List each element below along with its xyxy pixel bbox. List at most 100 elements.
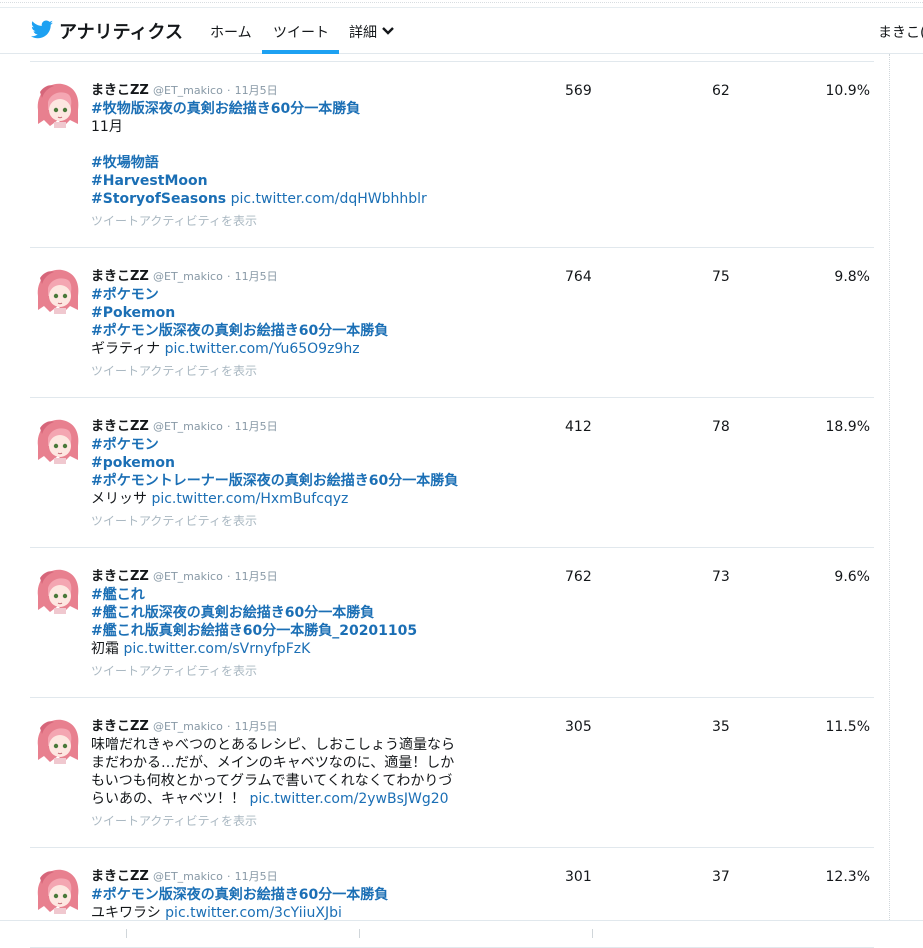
tweet-text-line: 11月 xyxy=(91,118,491,136)
tweet-text-line: まだわかる…だが、メインのキャベツなのに、適量！しか xyxy=(91,754,491,772)
view-tweet-activity-link[interactable]: ツイートアクティビティを表示 xyxy=(91,662,491,680)
hashtag-link[interactable]: #ポケモン版深夜の真剣お絵描き60分一本勝負 xyxy=(91,887,388,903)
impressions-value: 412 xyxy=(565,419,592,435)
engagements-value: 75 xyxy=(712,269,730,285)
tweet-text-line: #ポケモン xyxy=(91,286,491,304)
tweet-author-handle[interactable]: @ET_makico xyxy=(153,870,223,883)
tweet-text: ユキワラシ xyxy=(91,905,166,921)
tweet-text-line: #HarvestMoon xyxy=(91,172,491,190)
meta-separator: · xyxy=(226,420,231,433)
brand-title[interactable]: アナリティクス xyxy=(59,18,183,44)
pic-link[interactable]: pic.twitter.com/2ywBsJWg20 xyxy=(249,791,448,807)
hashtag-link[interactable]: #ポケモン xyxy=(91,287,159,303)
tweet-date[interactable]: 11月5日 xyxy=(235,270,278,283)
tweet-author-handle[interactable]: @ET_makico xyxy=(153,570,223,583)
engagement-rate-value: 18.9% xyxy=(825,419,870,435)
tweet-content: まきこZZ @ET_makico · 11月5日 #ポケモン版深夜の真剣お絵描き6… xyxy=(91,868,491,922)
hashtag-link[interactable]: #艦これ版真剣お絵描き60分一本勝負_20201105 xyxy=(91,623,417,639)
engagements-value: 62 xyxy=(712,83,730,99)
nav-home[interactable]: ホーム xyxy=(210,22,252,42)
nav-tweets[interactable]: ツイート xyxy=(273,22,329,42)
impressions-value: 762 xyxy=(565,569,592,585)
impressions-value: 569 xyxy=(565,83,592,99)
tweet-author-handle[interactable]: @ET_makico xyxy=(153,720,223,733)
meta-separator: · xyxy=(226,720,231,733)
user-menu[interactable]: まきこ( xyxy=(878,22,923,42)
tweet-author-handle[interactable]: @ET_makico xyxy=(153,84,223,97)
avatar[interactable] xyxy=(34,266,82,314)
view-tweet-activity-link[interactable]: ツイートアクティビティを表示 xyxy=(91,812,491,830)
hashtag-link[interactable]: #pokemon xyxy=(91,455,175,471)
tweet-author-name[interactable]: まきこZZ xyxy=(91,269,149,284)
hashtag-link[interactable]: #StoryofSeasons xyxy=(91,191,226,207)
tweet-author-name[interactable]: まきこZZ xyxy=(91,569,149,584)
nav-detail-label: 詳細 xyxy=(349,25,377,41)
engagement-rate-value: 9.8% xyxy=(834,269,870,285)
hashtag-link[interactable]: #ポケモントレーナー版深夜の真剣お絵描き60分一本勝負 xyxy=(91,473,458,489)
pic-link[interactable]: pic.twitter.com/3cYiiuXJbi xyxy=(165,905,342,921)
pic-link[interactable]: pic.twitter.com/sVrnyfpFzK xyxy=(123,641,310,657)
hashtag-link[interactable]: #艦これ版深夜の真剣お絵描き60分一本勝負 xyxy=(91,605,374,621)
nav-detail-dropdown[interactable]: 詳細 xyxy=(349,22,394,42)
tweet-date[interactable]: 11月5日 xyxy=(235,720,278,733)
hashtag-link[interactable]: #牧物版深夜の真剣お絵描き60分一本勝負 xyxy=(91,101,360,117)
tweet-text: 11月 xyxy=(91,119,123,135)
view-tweet-activity-link[interactable]: ツイートアクティビティを表示 xyxy=(91,362,491,380)
tweet-author-name[interactable]: まきこZZ xyxy=(91,869,149,884)
footer-strip xyxy=(0,920,923,938)
tweet-text-line xyxy=(91,136,491,154)
avatar[interactable] xyxy=(34,716,82,764)
hashtag-link[interactable]: #ポケモン xyxy=(91,437,159,453)
meta-separator: · xyxy=(226,270,231,283)
tweet-text-line: らいあの、キャベツ！！ pic.twitter.com/2ywBsJWg20 xyxy=(91,790,491,808)
tweet-author-handle[interactable]: @ET_makico xyxy=(153,420,223,433)
tweet-date[interactable]: 11月5日 xyxy=(235,420,278,433)
avatar[interactable] xyxy=(34,80,82,128)
impressions-value: 301 xyxy=(565,869,592,885)
tweet-text: まだわかる…だが、メインのキャベツなのに、適量！しか xyxy=(91,755,455,771)
tweet-text-line: #牧場物語 xyxy=(91,154,491,172)
tweet-row[interactable]: まきこZZ @ET_makico · 11月5日 #ポケモン #Pokemon #ポケ… xyxy=(30,248,874,398)
tweet-row[interactable]: まきこZZ @ET_makico · 11月5日 #艦これ #艦これ版深夜の真剣お絵… xyxy=(30,548,874,698)
view-tweet-activity-link[interactable]: ツイートアクティビティを表示 xyxy=(91,212,491,230)
tweet-author-name[interactable]: まきこZZ xyxy=(91,719,149,734)
tweet-date[interactable]: 11月5日 xyxy=(235,870,278,883)
view-tweet-activity-link[interactable]: ツイートアクティビティを表示 xyxy=(91,512,491,530)
tweet-text-line: #pokemon xyxy=(91,454,491,472)
tweet-text-line: #ポケモン版深夜の真剣お絵描き60分一本勝負 xyxy=(91,322,491,340)
avatar[interactable] xyxy=(34,866,82,914)
avatar[interactable] xyxy=(34,566,82,614)
hashtag-link[interactable]: #Pokemon xyxy=(91,305,175,321)
hashtag-link[interactable]: #ポケモン版深夜の真剣お絵描き60分一本勝負 xyxy=(91,323,388,339)
hashtag-link[interactable]: #牧場物語 xyxy=(91,155,159,171)
impressions-value: 305 xyxy=(565,719,592,735)
hashtag-link[interactable]: #艦これ xyxy=(91,587,145,603)
engagements-value: 35 xyxy=(712,719,730,735)
tweet-text-line: #StoryofSeasons pic.twitter.com/dqHWbhhb… xyxy=(91,190,491,208)
pic-link[interactable]: pic.twitter.com/dqHWbhhblr xyxy=(231,191,427,207)
meta-separator: · xyxy=(226,570,231,583)
tweet-row[interactable]: まきこZZ @ET_makico · 11月5日 #ポケモン #pokemon #ポケ… xyxy=(30,398,874,548)
tweet-text-line: #ポケモン xyxy=(91,436,491,454)
tweet-author-handle[interactable]: @ET_makico xyxy=(153,270,223,283)
tweet-date[interactable]: 11月5日 xyxy=(235,570,278,583)
meta-separator: · xyxy=(226,870,231,883)
pic-link[interactable]: pic.twitter.com/Yu65O9z9hz xyxy=(165,341,360,357)
pic-link[interactable]: pic.twitter.com/HxmBufcqyz xyxy=(151,491,348,507)
tweet-date[interactable]: 11月5日 xyxy=(235,84,278,97)
hashtag-link[interactable]: #HarvestMoon xyxy=(91,173,208,189)
engagement-rate-value: 9.6% xyxy=(834,569,870,585)
tweet-text-line: ギラティナ pic.twitter.com/Yu65O9z9hz xyxy=(91,340,491,358)
tweet-author-name[interactable]: まきこZZ xyxy=(91,419,149,434)
twitter-bird-icon[interactable] xyxy=(30,18,54,42)
tweet-author-name[interactable]: まきこZZ xyxy=(91,83,149,98)
tweet-row[interactable]: まきこZZ @ET_makico · 11月5日 味噌だれきゃべつのとあるレシピ、… xyxy=(30,698,874,848)
tweet-text-line: 初霜 pic.twitter.com/sVrnyfpFzK xyxy=(91,640,491,658)
tweet-meta: まきこZZ @ET_makico · 11月5日 xyxy=(91,718,491,736)
engagements-value: 73 xyxy=(712,569,730,585)
chevron-down-icon xyxy=(382,27,394,35)
avatar[interactable] xyxy=(34,416,82,464)
tweet-row[interactable]: まきこZZ @ET_makico · 11月5日 #牧物版深夜の真剣お絵描き60分… xyxy=(30,62,874,248)
tweet-text-line: 味噌だれきゃべつのとあるレシピ、しおこしょう適量なら xyxy=(91,736,491,754)
tweet-table: まきこZZ @ET_makico · 11月5日 #牧物版深夜の真剣お絵描き60分… xyxy=(30,61,874,948)
